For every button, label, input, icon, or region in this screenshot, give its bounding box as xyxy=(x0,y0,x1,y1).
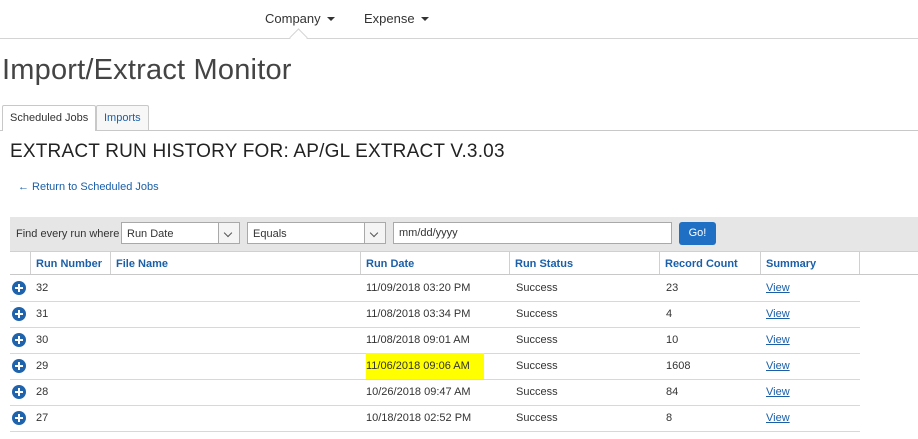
expand-row-icon[interactable] xyxy=(12,359,26,373)
table-header: Run Number File Name Run Date Run Status… xyxy=(10,252,918,275)
run-date: 10/18/2018 02:52 PM xyxy=(366,412,472,424)
filter-field-value: Run Date xyxy=(127,228,174,240)
expand-row-icon[interactable] xyxy=(12,307,26,321)
table-row: 32 11/09/2018 03:20 PM Success 23 View xyxy=(10,275,860,302)
column-header-run-status[interactable]: Run Status xyxy=(509,252,659,274)
filter-bar: Find every run where Run Date Equals mm/… xyxy=(10,217,918,252)
nav-company-label: Company xyxy=(265,11,321,26)
column-header-record-count[interactable]: Record Count xyxy=(659,252,760,274)
record-count: 4 xyxy=(666,308,673,320)
chevron-down-icon xyxy=(326,16,335,21)
expand-row-icon[interactable] xyxy=(12,385,26,399)
view-summary-link[interactable]: View xyxy=(766,327,790,353)
chevron-down-icon xyxy=(218,223,239,243)
expand-row-icon[interactable] xyxy=(12,411,26,425)
record-count: 84 xyxy=(666,386,679,398)
expand-row-icon[interactable] xyxy=(12,281,26,295)
run-date: 11/08/2018 03:34 PM xyxy=(366,308,471,320)
nav-company-menu[interactable]: Company xyxy=(265,11,335,26)
view-summary-link[interactable]: View xyxy=(766,405,790,431)
record-count: 1608 xyxy=(666,360,691,372)
record-count: 8 xyxy=(666,412,673,424)
record-count: 10 xyxy=(666,334,679,346)
run-status: Success xyxy=(516,386,558,398)
run-status: Success xyxy=(516,360,558,372)
run-date: 10/26/2018 09:47 AM xyxy=(366,386,471,398)
filter-date-input[interactable]: mm/dd/yyyy xyxy=(393,222,672,244)
expand-row-icon[interactable] xyxy=(12,333,26,347)
filter-operator-value: Equals xyxy=(253,228,287,240)
run-number: 28 xyxy=(36,386,49,398)
filter-label: Find every run where xyxy=(16,228,120,240)
filter-field-select[interactable]: Run Date xyxy=(121,222,240,244)
run-number: 30 xyxy=(36,334,49,346)
run-date: 11/08/2018 09:01 AM xyxy=(366,334,470,346)
run-status: Success xyxy=(516,334,558,346)
column-header-run-date[interactable]: Run Date xyxy=(360,252,509,274)
run-date: 11/06/2018 09:06 AM xyxy=(366,360,470,372)
go-button[interactable]: Go! xyxy=(679,222,716,245)
run-number: 29 xyxy=(36,360,49,372)
view-summary-link[interactable]: View xyxy=(766,353,790,379)
run-status: Success xyxy=(516,282,558,294)
column-header-run-number[interactable]: Run Number xyxy=(30,252,110,274)
column-header-file-name[interactable]: File Name xyxy=(110,252,360,274)
return-to-scheduled-jobs-link[interactable]: ← Return to Scheduled Jobs xyxy=(18,181,159,193)
chevron-down-icon xyxy=(420,16,429,21)
view-summary-link[interactable]: View xyxy=(766,379,790,405)
run-number: 27 xyxy=(36,412,49,424)
tab-imports[interactable]: Imports xyxy=(96,105,149,130)
tab-bar: Scheduled Jobs Imports xyxy=(0,105,918,131)
run-status: Success xyxy=(516,308,558,320)
nav-expense-label: Expense xyxy=(364,11,415,26)
section-title: EXTRACT RUN HISTORY FOR: AP/GL EXTRACT V… xyxy=(10,141,505,162)
view-summary-link[interactable]: View xyxy=(766,275,790,301)
page-title: Import/Extract Monitor xyxy=(2,54,292,86)
filter-operator-select[interactable]: Equals xyxy=(247,222,386,244)
run-number: 31 xyxy=(36,308,49,320)
top-navigation: Company Expense xyxy=(0,0,918,47)
table-row: 30 11/08/2018 09:01 AM Success 10 View xyxy=(10,327,860,354)
view-summary-link[interactable]: View xyxy=(766,301,790,327)
run-status: Success xyxy=(516,412,558,424)
table-row: 31 11/08/2018 03:34 PM Success 4 View xyxy=(10,301,860,328)
run-number: 32 xyxy=(36,282,49,294)
run-date: 11/09/2018 03:20 PM xyxy=(366,282,471,294)
nav-expense-menu[interactable]: Expense xyxy=(364,11,429,26)
record-count: 23 xyxy=(666,282,679,294)
tab-scheduled-jobs[interactable]: Scheduled Jobs xyxy=(2,105,97,131)
table-row: 28 10/26/2018 09:47 AM Success 84 View xyxy=(10,379,860,406)
chevron-down-icon xyxy=(364,223,385,243)
table-row: 29 11/06/2018 09:06 AM Success 1608 View xyxy=(10,353,860,380)
table-row: 27 10/18/2018 02:52 PM Success 8 View xyxy=(10,405,860,432)
column-header-summary[interactable]: Summary xyxy=(760,252,860,274)
active-menu-pointer xyxy=(289,28,308,47)
